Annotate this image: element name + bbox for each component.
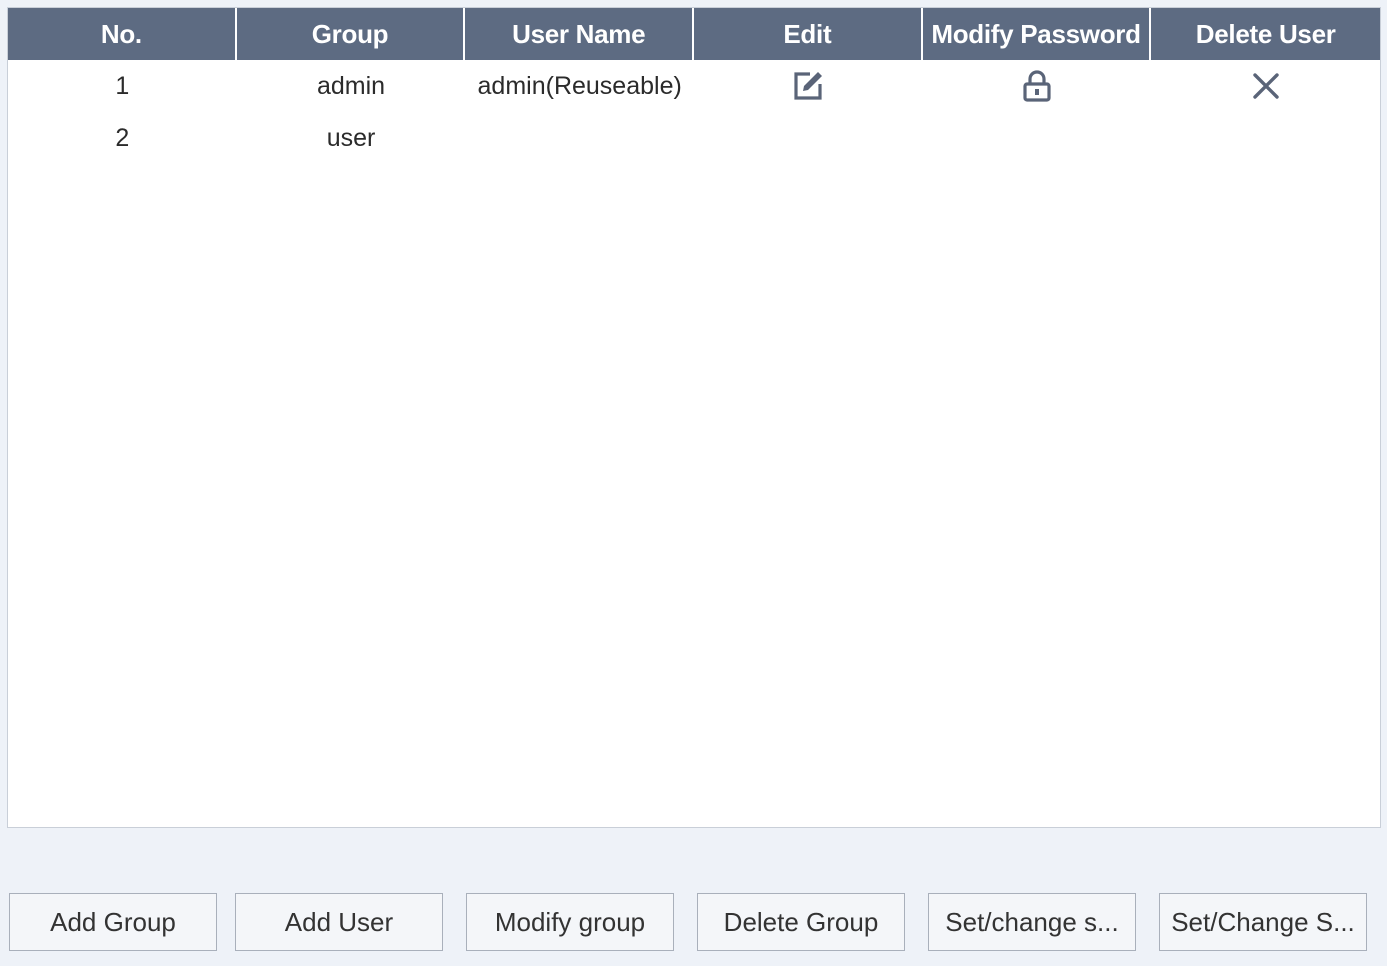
- add-group-button[interactable]: Add Group: [9, 893, 217, 951]
- edit-icon[interactable]: [788, 66, 828, 106]
- set-change-s-button-1[interactable]: Set/change s...: [928, 893, 1136, 951]
- delete-group-button[interactable]: Delete Group: [697, 893, 905, 951]
- header-edit: Edit: [694, 8, 923, 60]
- cell-user-name: [465, 112, 694, 164]
- cell-edit: [694, 60, 923, 112]
- header-modify-password: Modify Password: [923, 8, 1152, 60]
- cell-group: user: [326, 123, 376, 152]
- cell-modify-password: [923, 112, 1152, 164]
- header-user-name: User Name: [465, 8, 695, 60]
- user-table: No. Group User Name Edit Modify Password…: [7, 7, 1381, 828]
- modify-group-button[interactable]: Modify group: [466, 893, 674, 951]
- cell-user-name: admin(Reuseable): [477, 71, 682, 100]
- cell-modify-password: [923, 60, 1152, 112]
- user-management-page: No. Group User Name Edit Modify Password…: [0, 0, 1387, 966]
- header-no: No.: [8, 8, 237, 60]
- add-user-button[interactable]: Add User: [235, 893, 443, 951]
- cell-delete-user: [1151, 60, 1380, 112]
- cell-no: 2: [115, 123, 130, 152]
- table-row[interactable]: 2 user: [8, 112, 1380, 164]
- cell-edit: [694, 112, 923, 164]
- cell-group: admin: [316, 71, 386, 100]
- close-icon[interactable]: [1246, 66, 1286, 106]
- action-button-bar: Add Group Add User Modify group Delete G…: [0, 893, 1387, 953]
- cell-delete-user: [1151, 112, 1380, 164]
- set-change-s-button-2[interactable]: Set/Change S...: [1159, 893, 1367, 951]
- header-delete-user: Delete User: [1195, 18, 1336, 49]
- table-header: No. Group User Name Edit Modify Password…: [8, 8, 1380, 60]
- header-group: Group: [237, 8, 466, 60]
- table-row[interactable]: 1 admin admin(Reuseable): [8, 60, 1380, 112]
- lock-icon[interactable]: [1017, 66, 1057, 106]
- cell-no: 1: [115, 71, 130, 100]
